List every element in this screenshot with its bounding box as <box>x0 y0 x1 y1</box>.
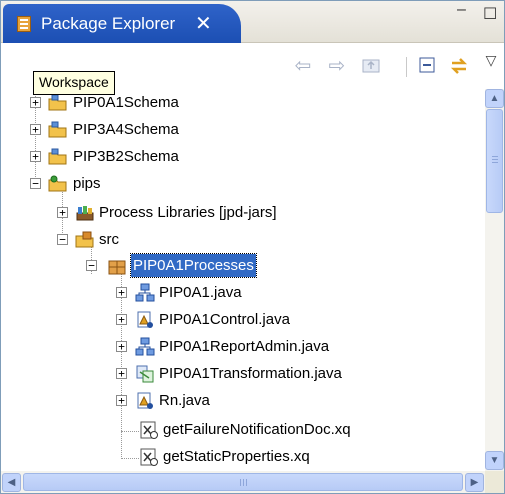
workspace-tooltip: Workspace <box>33 71 115 95</box>
tree-item[interactable]: getStaticProperties.xq <box>1 443 481 470</box>
tree-item[interactable]: − src <box>1 226 481 253</box>
tree-item-label: Rn.java <box>159 392 210 409</box>
expand-toggle[interactable]: + <box>116 368 127 379</box>
tree-item-selected[interactable]: − PIP0A1Processes <box>1 252 481 279</box>
view-tab-strip: Package Explorer ✕ – ☐ <box>1 1 504 43</box>
expand-toggle[interactable]: + <box>116 287 127 298</box>
collapse-toggle[interactable]: − <box>30 178 41 189</box>
arrow-right-icon[interactable]: ⇨ <box>325 55 349 77</box>
tree-item-label: PIP0A1Transformation.java <box>159 365 342 382</box>
xquery-file-icon <box>139 447 159 467</box>
tree-item-label: src <box>99 231 119 248</box>
transformation-java-icon <box>135 364 155 384</box>
collapse-toggle[interactable]: − <box>57 234 68 245</box>
tree-item[interactable]: + PIP0A1ReportAdmin.java <box>1 333 481 360</box>
tree-item-label: PIP0A1Control.java <box>159 311 290 328</box>
tree-item[interactable]: − pips <box>1 170 481 197</box>
maximize-icon[interactable]: ☐ <box>483 4 497 24</box>
tree-item[interactable]: getFailureNotificationDoc.xq <box>1 416 481 443</box>
expand-toggle[interactable]: + <box>30 151 41 162</box>
scroll-left-icon[interactable]: ◀ <box>2 473 21 492</box>
vertical-scroll-thumb[interactable] <box>486 109 503 213</box>
control-java-icon <box>135 391 155 411</box>
project-icon <box>48 174 68 194</box>
horizontal-scrollbar[interactable]: ◀ ▶ <box>1 471 485 493</box>
tree-item-label: PIP0A1ReportAdmin.java <box>159 338 330 355</box>
arrow-left-icon[interactable]: ⇦ <box>291 55 315 77</box>
process-java-icon <box>135 283 155 303</box>
tree-item-label: PIP0A1Processes <box>130 253 257 278</box>
tree-item-label: Process Libraries [jpd-jars] <box>99 204 277 221</box>
expand-toggle[interactable]: + <box>116 314 127 325</box>
tree-item-label: PIP3B2Schema <box>73 148 179 165</box>
collapse-toggle[interactable]: − <box>86 260 97 271</box>
horizontal-scroll-thumb[interactable] <box>23 473 463 491</box>
tree-item[interactable]: + PIP0A1Transformation.java <box>1 360 481 387</box>
package-tree: + PIP0A1Schema + PIP3A4Schema + PIP3B2Sc… <box>1 89 485 471</box>
scroll-up-icon[interactable]: ▲ <box>485 89 504 108</box>
view-menu-icon[interactable]: ▽ <box>479 49 503 71</box>
package-icon <box>107 256 127 276</box>
expand-toggle[interactable]: + <box>57 207 68 218</box>
collapse-all-icon[interactable] <box>415 55 439 77</box>
scroll-down-icon[interactable]: ▼ <box>485 451 504 470</box>
tab-package-explorer[interactable]: Package Explorer ✕ <box>3 4 241 43</box>
project-icon <box>48 93 68 113</box>
link-with-editor-icon[interactable] <box>447 55 471 77</box>
source-folder-icon <box>75 230 95 250</box>
tree-item[interactable]: + Rn.java <box>1 387 481 414</box>
tree-item-label: getFailureNotificationDoc.xq <box>163 421 351 438</box>
tree-item[interactable]: + PIP3A4Schema <box>1 116 481 143</box>
expand-toggle[interactable]: + <box>30 97 41 108</box>
project-icon <box>48 147 68 167</box>
tree-item-label: getStaticProperties.xq <box>163 448 310 465</box>
tree-item-label: PIP0A1.java <box>159 284 242 301</box>
tree-item-label: PIP3A4Schema <box>73 121 179 138</box>
tree-item-label: pips <box>73 175 101 192</box>
tree-item[interactable]: + Process Libraries [jpd-jars] <box>1 199 481 226</box>
tree-item[interactable]: + PIP0A1.java <box>1 279 481 306</box>
tab-label: Package Explorer <box>41 14 176 33</box>
minimize-icon[interactable]: – <box>457 1 466 19</box>
close-icon[interactable]: ✕ <box>195 11 212 36</box>
tree-item[interactable]: + PIP0A1Control.java <box>1 306 481 333</box>
toolbar-separator <box>406 57 407 77</box>
up-folder-icon[interactable] <box>359 55 383 77</box>
process-java-icon <box>135 337 155 357</box>
project-icon <box>48 120 68 140</box>
scrollbar-corner <box>485 471 504 493</box>
expand-toggle[interactable]: + <box>116 341 127 352</box>
control-java-icon <box>135 310 155 330</box>
package-explorer-view: Package Explorer ✕ – ☐ ⇦ ⇨ ▽ Workspace +… <box>0 0 505 494</box>
xquery-file-icon <box>139 420 159 440</box>
vertical-scrollbar[interactable]: ▲ ▼ <box>485 89 504 471</box>
expand-toggle[interactable]: + <box>116 395 127 406</box>
library-icon <box>75 203 95 223</box>
expand-toggle[interactable]: + <box>30 124 41 135</box>
scroll-right-icon[interactable]: ▶ <box>465 473 484 492</box>
package-explorer-icon <box>17 16 31 32</box>
tree-item[interactable]: + PIP3B2Schema <box>1 143 481 170</box>
